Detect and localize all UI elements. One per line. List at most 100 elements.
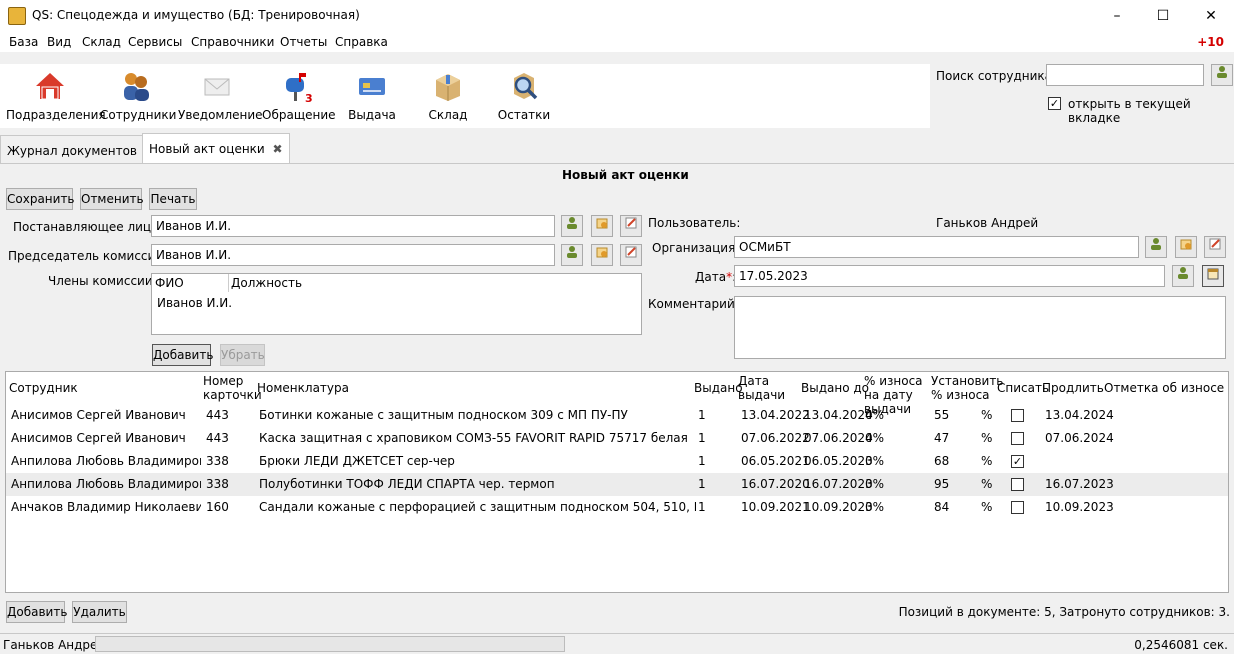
open-organization-button[interactable]	[1175, 236, 1197, 258]
col-set-wear[interactable]: Установить % износа	[931, 374, 1003, 402]
cell-card: 443	[206, 431, 229, 445]
app-icon	[8, 7, 26, 25]
select-chairman-button[interactable]	[561, 244, 583, 266]
person-icon	[567, 246, 577, 258]
menu-reports[interactable]: Отчеты	[280, 35, 327, 49]
col-extend[interactable]: Продлить	[1042, 381, 1104, 395]
cell-set-wear[interactable]: 84	[934, 496, 949, 519]
user-label: Пользователь:	[648, 216, 741, 230]
col-card-number[interactable]: Номер карточки	[203, 374, 262, 402]
table-row[interactable]: Анпилова Любовь Владимировна 338 Брюки Л…	[6, 450, 1228, 473]
toolbar-warehouse-button[interactable]: Склад	[414, 70, 482, 126]
menu-help[interactable]: Справка	[335, 35, 388, 49]
open-card-icon	[1180, 239, 1192, 250]
col-issued-until[interactable]: Выдано до	[801, 381, 869, 395]
tab-new-assessment[interactable]: Новый акт оценки ✖	[142, 133, 290, 163]
calendar-button[interactable]	[1202, 265, 1224, 287]
title-bar: QS: Спецодежда и имущество (БД: Трениров…	[0, 0, 1234, 32]
edit-issuer-button[interactable]	[620, 215, 642, 237]
organization-field[interactable]: ОСМиБТ	[734, 236, 1139, 258]
col-issue-date[interactable]: Дата выдачи	[738, 374, 785, 402]
cancel-button[interactable]: Отменить	[80, 188, 144, 210]
toolbar-employees-button[interactable]: Сотрудники	[100, 70, 176, 126]
tab-journal[interactable]: Журнал документов ✖	[0, 135, 162, 163]
comment-field[interactable]	[734, 296, 1226, 359]
magnifier-icon	[508, 70, 540, 102]
cell-extend[interactable]: 10.09.2023	[1045, 496, 1114, 519]
person-icon	[1178, 267, 1188, 279]
maximize-button[interactable]: ☐	[1140, 0, 1186, 32]
date-person-button[interactable]	[1172, 265, 1194, 287]
table-row[interactable]: Анисимов Сергей Иванович 443 Каска защит…	[6, 427, 1228, 450]
issuer-field[interactable]: Иванов И.И.	[151, 215, 555, 237]
members-list[interactable]: ФИО Должность Иванов И.И.	[151, 273, 642, 335]
cell-employee: Анисимов Сергей Иванович	[11, 431, 186, 445]
toolbar-stock-label: Остатки	[497, 108, 551, 122]
close-button[interactable]: ✕	[1188, 0, 1234, 32]
menu-services[interactable]: Сервисы	[128, 35, 182, 49]
cell-set-wear[interactable]: 68	[934, 450, 949, 473]
chairman-field[interactable]: Иванов И.И.	[151, 244, 555, 266]
cell-card: 160	[206, 500, 229, 514]
members-col-fio: ФИО	[155, 276, 184, 290]
cell-issued: 1	[698, 500, 706, 514]
add-row-button[interactable]: Добавить	[6, 601, 67, 623]
window-title: QS: Спецодежда и имущество (БД: Трениров…	[32, 8, 360, 22]
edit-organization-button[interactable]	[1204, 236, 1226, 258]
table-row[interactable]: Анисимов Сергей Иванович 443 Ботинки кож…	[6, 404, 1228, 427]
toolbar-appeal-button[interactable]: 3 Обращение	[262, 70, 336, 126]
cell-issued-until: 13.04.2024	[804, 408, 873, 422]
menu-database[interactable]: База	[9, 35, 38, 49]
status-user: Ганьков Андрей	[3, 638, 106, 652]
select-organization-button[interactable]	[1145, 236, 1167, 258]
col-nomenclature[interactable]: Номенклатура	[257, 381, 349, 395]
open-chairman-button[interactable]	[591, 244, 613, 266]
cell-nomenclature: Сандали кожаные с перфорацией с защитным…	[259, 500, 696, 514]
open-in-current-tab-checkbox[interactable]: ✓	[1048, 97, 1061, 110]
menu-view[interactable]: Вид	[47, 35, 71, 49]
write-off-checkbox[interactable]	[1011, 432, 1024, 445]
open-issuer-button[interactable]	[591, 215, 613, 237]
cell-set-wear[interactable]: 55	[934, 404, 949, 427]
cell-extend[interactable]: 13.04.2024	[1045, 404, 1114, 427]
menu-warehouse[interactable]: Склад	[82, 35, 121, 49]
print-button[interactable]: Печать	[149, 188, 197, 210]
cell-nomenclature: Полуботинки ТОФФ ЛЕДИ СПАРТА чер. термоп	[259, 477, 555, 491]
toolbar-divisions-button[interactable]: Подразделения	[6, 70, 106, 126]
cell-extend[interactable]: 16.07.2023	[1045, 473, 1114, 496]
person-icon	[567, 217, 577, 229]
minimize-button[interactable]: –	[1094, 0, 1140, 32]
open-card-icon	[596, 247, 608, 258]
toolbar-notification-button[interactable]: Уведомление	[178, 70, 263, 126]
cell-extend[interactable]: 07.06.2024	[1045, 427, 1114, 450]
house-icon	[34, 70, 66, 102]
table-row[interactable]: Анчаков Владимир Николаевич 160 Сандали …	[6, 496, 1228, 519]
employee-search-input[interactable]	[1046, 64, 1204, 86]
toolbar-issue-button[interactable]: Выдача	[338, 70, 406, 126]
cell-set-wear[interactable]: 95	[934, 473, 949, 496]
pencil-icon	[625, 217, 637, 229]
member-fio[interactable]: Иванов И.И.	[157, 296, 232, 310]
date-field[interactable]: 17.05.2023	[734, 265, 1165, 287]
write-off-checkbox[interactable]	[1011, 409, 1024, 422]
write-off-checkbox[interactable]: ✓	[1011, 455, 1024, 468]
toolbar-stock-button[interactable]: Остатки	[490, 70, 558, 126]
col-issued[interactable]: Выдано	[694, 381, 743, 395]
cell-set-wear[interactable]: 47	[934, 427, 949, 450]
cell-issued: 1	[698, 477, 706, 491]
col-employee[interactable]: Сотрудник	[9, 381, 78, 395]
col-wear-mark[interactable]: Отметка об износе	[1104, 381, 1224, 395]
save-button[interactable]: Сохранить	[6, 188, 75, 210]
select-issuer-button[interactable]	[561, 215, 583, 237]
table-row-selected[interactable]: Анпилова Любовь Владимировна 338 Полубот…	[6, 473, 1228, 496]
delete-row-button[interactable]: Удалить	[72, 601, 127, 623]
edit-chairman-button[interactable]	[620, 244, 642, 266]
close-icon[interactable]: ✖	[273, 142, 283, 156]
remove-member-button[interactable]: Убрать	[220, 344, 265, 366]
write-off-checkbox[interactable]	[1011, 478, 1024, 491]
add-member-button[interactable]: Добавить	[152, 344, 213, 366]
menu-references[interactable]: Справочники	[191, 35, 274, 49]
notifications-counter[interactable]: +10	[1197, 35, 1224, 49]
write-off-checkbox[interactable]	[1011, 501, 1024, 514]
search-employee-button[interactable]	[1211, 64, 1233, 86]
